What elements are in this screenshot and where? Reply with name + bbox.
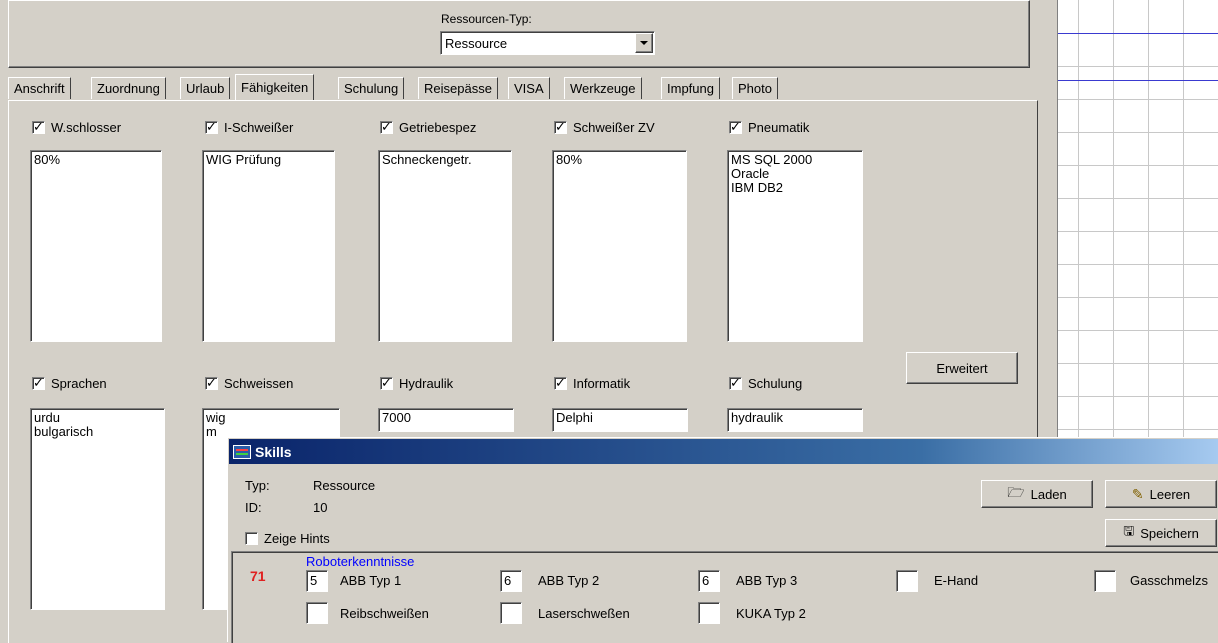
clear-button-label: Leeren <box>1149 486 1191 502</box>
group-number: 71 <box>250 568 266 584</box>
memo-getriebespez[interactable]: Schneckengetr. <box>378 150 512 342</box>
save-button-label: Speichern <box>1140 525 1199 541</box>
skills-title-bar[interactable]: Skills <box>229 439 1218 464</box>
checkbox-hydraulik[interactable]: Hydraulik <box>380 375 454 391</box>
checkbox-w-schlosser[interactable]: W.schlosser <box>32 119 122 135</box>
memo-sprachen[interactable]: urdu bulgarisch <box>30 408 165 610</box>
id-value: 10 <box>313 500 328 515</box>
memo-pneumatik[interactable]: MS SQL 2000 Oracle IBM DB2 <box>727 150 863 342</box>
checkbox-box[interactable] <box>32 375 45 391</box>
skill-label-reibschweissen: Reibschweißen <box>340 606 429 621</box>
tab-visa[interactable]: VISA <box>508 77 550 99</box>
checkbox-label: Schweissen <box>224 376 294 391</box>
tab-zuordnung[interactable]: Zuordnung <box>91 77 166 99</box>
skills-header: Typ: Ressource ID: 10 Zeige Hints 🗁 Lade… <box>231 466 1218 550</box>
typ-label: Typ: <box>245 478 270 493</box>
checkbox-label: Sprachen <box>51 376 107 391</box>
checkbox-box[interactable] <box>729 375 742 391</box>
checkbox-getriebespez[interactable]: Getriebespez <box>380 119 477 135</box>
tab-urlaub[interactable]: Urlaub <box>180 77 231 99</box>
memo-w-schlosser[interactable]: 80% <box>30 150 162 342</box>
checkbox-label: Informatik <box>573 376 631 391</box>
checkbox-label: Schulung <box>748 376 803 391</box>
checkbox-label: Getriebespez <box>399 120 477 135</box>
show-hints-checkbox[interactable]: Zeige Hints <box>245 531 330 546</box>
checkbox-box[interactable] <box>729 119 742 135</box>
skill-value-abb-typ-3[interactable]: 6 <box>698 570 720 592</box>
clear-button[interactable]: ✎ Leeren <box>1105 480 1217 508</box>
checkbox-box[interactable] <box>205 375 218 391</box>
checkbox-label: I-Schweißer <box>224 120 294 135</box>
tab-faehigkeiten[interactable]: Fähigkeiten <box>235 74 315 100</box>
checkbox-schulung[interactable]: Schulung <box>729 375 803 391</box>
skill-label-abb-typ-1: ABB Typ 1 <box>340 573 402 588</box>
save-icon: 🖫 <box>1123 523 1135 538</box>
memo-i-schweisser[interactable]: WIG Prüfung <box>202 150 335 342</box>
skill-label-kuka-typ-2: KUKA Typ 2 <box>736 606 806 621</box>
skill-value-gasschmelz[interactable] <box>1094 570 1116 592</box>
tab-impfung[interactable]: Impfung <box>661 77 720 99</box>
checkbox-box[interactable] <box>554 119 567 135</box>
tab-strip: Anschrift Zuordnung Urlaub Fähigkeiten S… <box>8 74 1038 101</box>
skill-value-reibschweissen[interactable] <box>306 602 328 624</box>
checkbox-informatik[interactable]: Informatik <box>554 375 631 391</box>
checkbox-box[interactable] <box>380 119 393 135</box>
checkbox-sprachen[interactable]: Sprachen <box>32 375 107 391</box>
checkbox-label: Hydraulik <box>399 376 454 391</box>
id-label: ID: <box>245 500 262 515</box>
checkbox-label: Schweißer ZV <box>573 120 655 135</box>
skills-window: Skills Typ: Ressource ID: 10 Zeige Hints… <box>228 438 1218 643</box>
field-hydraulik[interactable]: 7000 <box>378 408 514 432</box>
resource-type-combo[interactable]: Ressource <box>440 31 655 55</box>
app-icon <box>233 444 251 459</box>
memo-schweisser-zv[interactable]: 80% <box>552 150 687 342</box>
tab-photo[interactable]: Photo <box>732 77 778 99</box>
folder-open-icon: 🗁 <box>1007 484 1025 500</box>
skill-value-abb-typ-2[interactable]: 6 <box>500 570 522 592</box>
tab-anschrift[interactable]: Anschrift <box>8 77 71 99</box>
skill-value-kuka-typ-2[interactable] <box>698 602 720 624</box>
skill-value-laserschweissen[interactable] <box>500 602 522 624</box>
save-button[interactable]: 🖫 Speichern <box>1105 519 1217 547</box>
skill-label-abb-typ-2: ABB Typ 2 <box>538 573 600 588</box>
field-informatik[interactable]: Delphi <box>552 408 688 432</box>
skill-value-abb-typ-1[interactable]: 5 <box>306 570 328 592</box>
checkbox-box[interactable] <box>205 119 218 135</box>
load-button[interactable]: 🗁 Laden <box>981 480 1093 508</box>
chevron-down-icon[interactable] <box>635 33 653 53</box>
skill-label-gasschmelz: Gasschmelzs <box>1130 573 1209 588</box>
load-button-label: Laden <box>1030 486 1067 502</box>
checkbox-box[interactable] <box>554 375 567 391</box>
show-hints-label: Zeige Hints <box>264 531 330 546</box>
extended-button[interactable]: Erweitert <box>906 352 1018 384</box>
checkbox-schweissen[interactable]: Schweissen <box>205 375 294 391</box>
typ-value: Ressource <box>313 478 376 493</box>
tab-werkzeuge[interactable]: Werkzeuge <box>564 77 642 99</box>
checkbox-box[interactable] <box>32 119 45 135</box>
skills-title: Skills <box>255 443 292 460</box>
tab-schulung[interactable]: Schulung <box>338 77 405 99</box>
checkbox-box[interactable] <box>380 375 393 391</box>
skill-label-laserschweissen: Laserschweßen <box>538 606 630 621</box>
field-schulung[interactable]: hydraulik <box>727 408 863 432</box>
skill-label-e-hand: E-Hand <box>934 573 979 588</box>
checkbox-i-schweisser[interactable]: I-Schweißer <box>205 119 294 135</box>
skills-list: 71 Roboterkenntnisse 5 ABB Typ 1 6 ABB T… <box>231 551 1218 643</box>
resource-type-value: Ressource <box>445 36 508 51</box>
skill-value-e-hand[interactable] <box>896 570 918 592</box>
checkbox-box[interactable] <box>245 532 258 545</box>
checkbox-pneumatik[interactable]: Pneumatik <box>729 119 810 135</box>
checkbox-label: W.schlosser <box>51 120 122 135</box>
checkbox-label: Pneumatik <box>748 120 810 135</box>
group-title: Roboterkenntnisse <box>306 554 415 569</box>
skill-label-abb-typ-3: ABB Typ 3 <box>736 573 798 588</box>
tab-reisepaesse[interactable]: Reisepässe <box>418 77 498 99</box>
eraser-icon: ✎ <box>1131 485 1144 502</box>
checkbox-schweisser-zv[interactable]: Schweißer ZV <box>554 119 655 135</box>
resource-type-label: Ressourcen-Typ: <box>441 12 532 26</box>
